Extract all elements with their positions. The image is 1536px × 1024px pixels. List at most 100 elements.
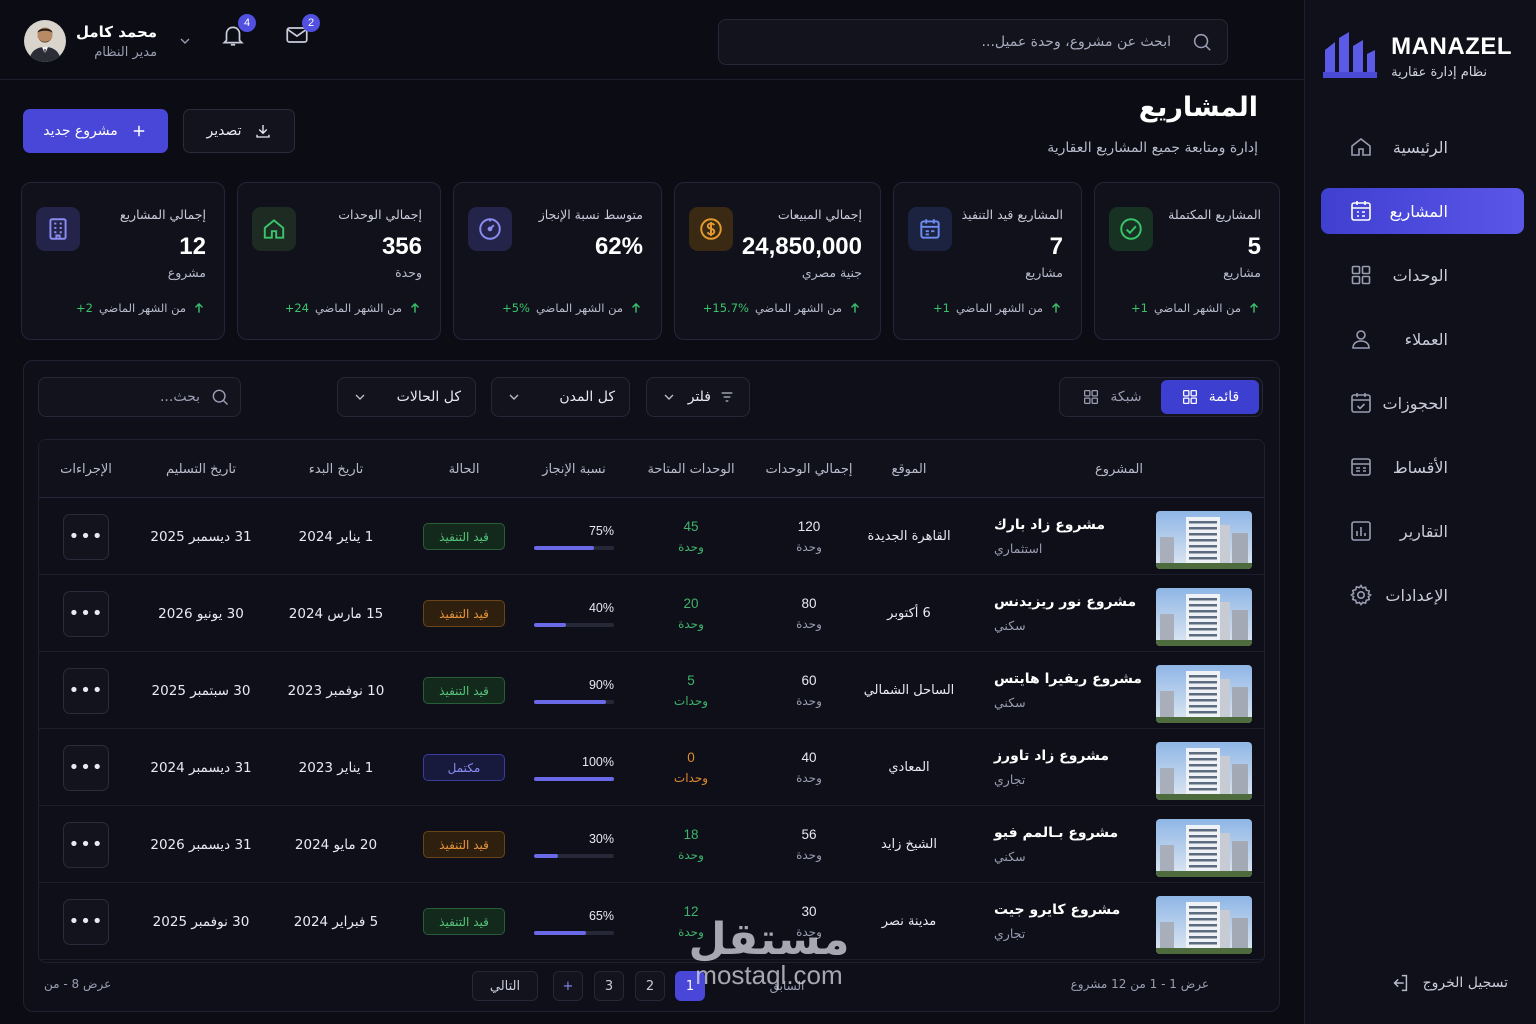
project-thumbnail[interactable]: [1156, 742, 1252, 800]
project-name[interactable]: مشروع زاد تاورز: [994, 748, 1109, 764]
nav-item-clients[interactable]: العملاء: [1321, 316, 1524, 362]
notifications-button[interactable]: 4: [220, 14, 256, 48]
view-list-label: قائمة: [1208, 389, 1240, 405]
stat-trend: من الشهر الماضي 24+: [285, 301, 422, 315]
total-units-value: 80: [801, 596, 817, 611]
delivery-date: 31 ديسمبر 2025: [150, 528, 252, 545]
nav-item-projects[interactable]: المشاريع: [1321, 188, 1524, 234]
project-name[interactable]: مشروع كايرو جيت: [994, 902, 1120, 918]
table-search-input[interactable]: [70, 389, 200, 405]
nav-label: الوحدات: [1392, 265, 1448, 285]
table-row[interactable]: مشروع بـالمم فيو سكني الشيخ زايد 56 وحدة…: [39, 806, 1264, 883]
total-units-unit: وحدة: [796, 925, 822, 939]
start-date-cell: 5 فبراير 2024: [276, 883, 396, 960]
project-name[interactable]: مشروع ريفيرا هايتس: [994, 671, 1142, 687]
project-name[interactable]: مشروع نور ريزيدنس: [994, 594, 1136, 610]
view-list-button[interactable]: قائمة: [1161, 380, 1259, 414]
avatar-image: [24, 20, 66, 62]
project-thumbnail[interactable]: [1156, 588, 1252, 646]
stat-value: 5: [1247, 233, 1261, 260]
table-row[interactable]: مشروع نور ريزيدنس سكني 6 أكتوبر 80 وحدة …: [39, 575, 1264, 652]
new-project-button[interactable]: مشروع جديد: [23, 109, 168, 153]
total-units-value: 56: [801, 827, 817, 842]
project-location: 6 أكتوبر: [887, 606, 931, 621]
user-name: محمد كامل: [76, 22, 158, 41]
project-thumbnail[interactable]: [1156, 511, 1252, 569]
start-date: 1 يناير 2024: [298, 528, 374, 545]
total-units-unit: وحدة: [796, 694, 822, 708]
th-available-units[interactable]: الوحدات المتاحة: [636, 440, 746, 498]
stat-trend-text: من الشهر الماضي: [535, 301, 623, 315]
row-actions-button[interactable]: •••: [63, 898, 109, 945]
export-button[interactable]: تصدير: [183, 109, 295, 153]
row-actions-button[interactable]: •••: [63, 590, 109, 637]
nav-item-bookings[interactable]: الحجوزات: [1321, 380, 1524, 426]
stat-card-units[interactable]: إجمالي الوحدات 356 وحدة من الشهر الماضي …: [237, 182, 441, 340]
pagination-page-1[interactable]: 1: [675, 971, 705, 1001]
stat-label: إجمالي المبيعات: [777, 207, 862, 222]
stat-card-in-progress[interactable]: المشاريع قيد التنفيذ 7 مشاريع من الشهر ا…: [893, 182, 1082, 340]
table-row[interactable]: مشروع ريفيرا هايتس سكني الساحل الشمالي 6…: [39, 652, 1264, 729]
nav-label: المشاريع: [1389, 201, 1448, 221]
table-row[interactable]: مشروع كايرو جيت تجاري مدينة نصر 30 وحدة …: [39, 883, 1264, 960]
th-progress[interactable]: نسبة الإنجاز: [524, 440, 624, 498]
table-row[interactable]: مشروع زاد تاورز تجاري المعادي 40 وحدة 0 …: [39, 729, 1264, 806]
project-name[interactable]: مشروع زاد بارك: [994, 517, 1105, 533]
project-cell: مشروع زاد تاورز تجاري: [974, 729, 1146, 806]
global-search[interactable]: [718, 19, 1228, 65]
nav-label: التقارير: [1399, 521, 1448, 541]
total-units-cell: 80 وحدة: [754, 575, 864, 652]
nav-item-reports[interactable]: التقارير: [1321, 508, 1524, 554]
pagination-page-3[interactable]: 3: [594, 971, 624, 1001]
th-delivery-date[interactable]: تاريخ التسليم: [141, 440, 261, 498]
pagination-next[interactable]: التالي: [472, 971, 538, 1001]
row-actions-button[interactable]: •••: [63, 513, 109, 560]
nav-item-home[interactable]: الرئيسية: [1321, 124, 1524, 170]
messages-button[interactable]: 2: [284, 14, 320, 48]
stat-card-progress[interactable]: متوسط نسبة الإنجاز 62% من الشهر الماضي 5…: [453, 182, 662, 340]
nav-item-units[interactable]: الوحدات: [1321, 252, 1524, 298]
project-location: الشيخ زايد: [881, 837, 937, 852]
nav-item-settings[interactable]: الإعدادات: [1321, 572, 1524, 618]
row-actions-button[interactable]: •••: [63, 821, 109, 868]
brand[interactable]: MANAZEL نظام إدارة عقارية: [1323, 32, 1512, 80]
project-thumbnail[interactable]: [1156, 819, 1252, 877]
chevron-down-icon: [509, 394, 519, 400]
global-search-input[interactable]: [733, 34, 1171, 50]
project-thumbnail[interactable]: [1156, 665, 1252, 723]
brand-text: MANAZEL نظام إدارة عقارية: [1391, 33, 1512, 80]
stat-card-sales[interactable]: إجمالي المبيعات 24,850,000 جنية مصري من …: [674, 182, 881, 340]
project-name[interactable]: مشروع بـالمم فيو: [994, 825, 1118, 841]
th-start-date[interactable]: تاريخ البدء: [276, 440, 396, 498]
th-status[interactable]: الحالة: [414, 440, 514, 498]
stat-label: إجمالي الوحدات: [338, 207, 422, 222]
stat-card-projects[interactable]: إجمالي المشاريع 12 مشروع من الشهر الماضي…: [21, 182, 225, 340]
user-menu[interactable]: محمد كامل مدير النظام: [24, 20, 193, 62]
progress-bar-fill: [534, 930, 586, 935]
start-date: 10 نوفمبر 2023: [287, 682, 385, 699]
pagination-prev[interactable]: السابق: [757, 971, 817, 1001]
logout-button[interactable]: تسجيل الخروج: [1389, 972, 1508, 994]
available-units-value: 5: [687, 673, 695, 688]
available-units-cell: 45 وحدة: [636, 498, 746, 575]
project-thumbnail[interactable]: [1156, 896, 1252, 954]
row-actions-button[interactable]: •••: [63, 667, 109, 714]
building-photo-image: [1156, 819, 1252, 877]
table-search[interactable]: [38, 377, 241, 417]
nav-item-installments[interactable]: الأقساط: [1321, 444, 1524, 490]
th-project[interactable]: المشروع: [974, 440, 1264, 498]
table-row[interactable]: مشروع زاد بارك استثماري القاهرة الجديدة …: [39, 498, 1264, 575]
city-select[interactable]: كل المدن: [491, 377, 630, 417]
row-actions-button[interactable]: •••: [63, 744, 109, 791]
building-photo-image: [1156, 742, 1252, 800]
filter-button[interactable]: فلتر: [646, 377, 750, 417]
stat-trend: من الشهر الماضي 5%+: [502, 301, 643, 315]
view-grid-button[interactable]: شبكة: [1063, 380, 1161, 414]
th-total-units[interactable]: إجمالي الوحدات: [754, 440, 864, 498]
pagination-more[interactable]: +: [553, 971, 583, 1001]
stat-card-completed[interactable]: المشاريع المكتملة 5 مشاريع من الشهر الما…: [1094, 182, 1280, 340]
status-select[interactable]: كل الحالات: [337, 377, 476, 417]
delivery-date-cell: 30 يونيو 2026: [141, 575, 261, 652]
pagination-page-2[interactable]: 2: [635, 971, 665, 1001]
stat-trend: من الشهر الماضي 1+: [933, 301, 1063, 315]
